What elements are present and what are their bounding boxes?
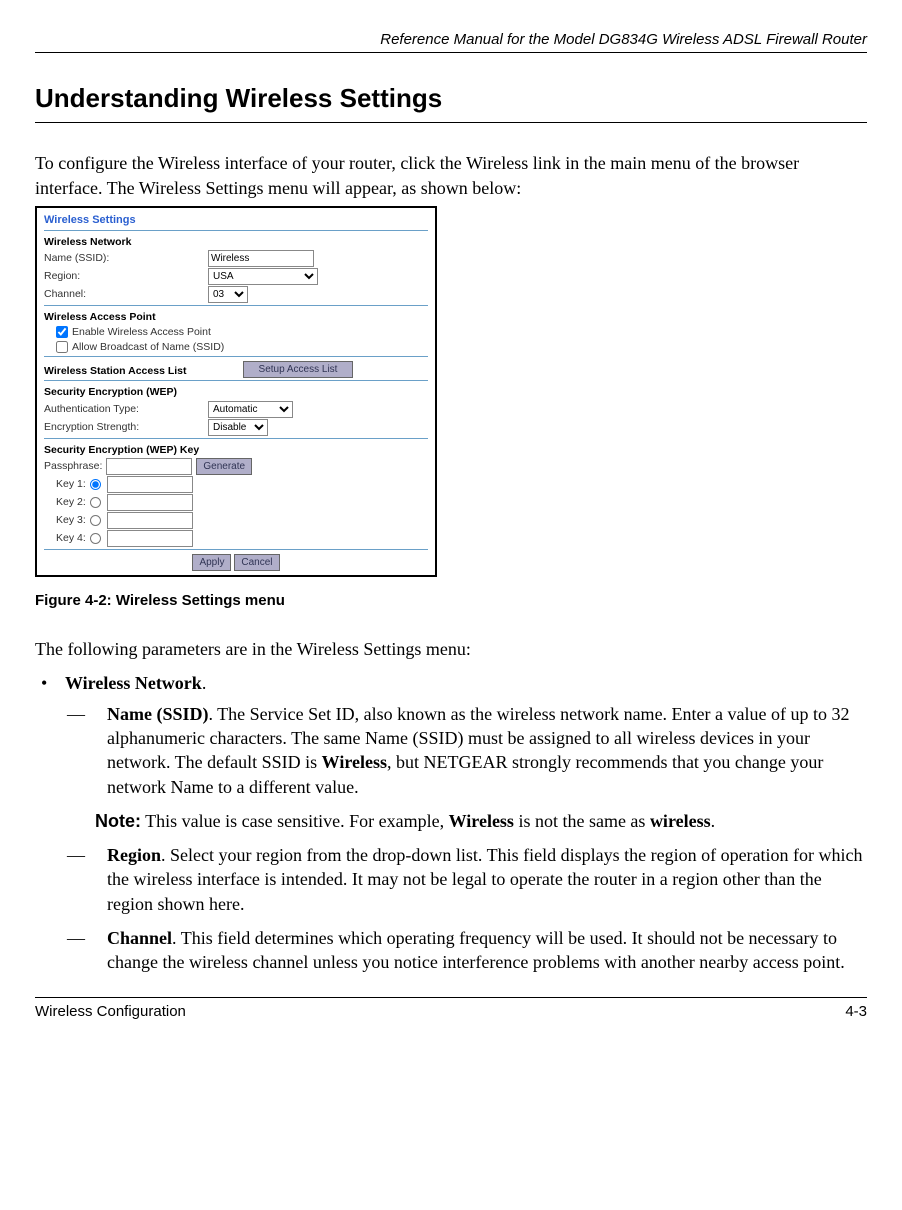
key1-radio[interactable] bbox=[90, 479, 101, 490]
intro-paragraph: To configure the Wireless interface of y… bbox=[35, 151, 867, 200]
params-intro: The following parameters are in the Wire… bbox=[35, 637, 867, 661]
cancel-button[interactable]: Cancel bbox=[234, 554, 279, 571]
key2-label: Key 2: bbox=[56, 495, 86, 509]
footer-right: 4-3 bbox=[845, 1002, 867, 1022]
generate-button[interactable]: Generate bbox=[196, 458, 252, 475]
key1-input[interactable] bbox=[107, 476, 193, 493]
bullet-wireless-network: Wireless Network. —Name (SSID). The Serv… bbox=[35, 671, 867, 974]
key2-input[interactable] bbox=[107, 494, 193, 511]
page-header: Reference Manual for the Model DG834G Wi… bbox=[35, 30, 867, 53]
access-point-heading: Wireless Access Point bbox=[44, 310, 428, 324]
wep-key-heading: Security Encryption (WEP) Key bbox=[44, 443, 428, 457]
auth-select[interactable]: Automatic bbox=[208, 401, 293, 418]
note-line: Note: This value is case sensitive. For … bbox=[65, 809, 867, 833]
key1-label: Key 1: bbox=[56, 477, 86, 491]
enable-ap-label: Enable Wireless Access Point bbox=[72, 325, 211, 339]
key3-label: Key 3: bbox=[56, 513, 86, 527]
key4-input[interactable] bbox=[107, 530, 193, 547]
enc-label: Encryption Strength: bbox=[44, 420, 204, 434]
channel-select[interactable]: 03 bbox=[208, 286, 248, 303]
wireless-network-heading: Wireless Network bbox=[44, 235, 428, 249]
setup-access-list-button[interactable]: Setup Access List bbox=[243, 361, 353, 378]
sub-region: —Region. Select your region from the dro… bbox=[65, 843, 867, 916]
apply-button[interactable]: Apply bbox=[192, 554, 231, 571]
ssid-input[interactable] bbox=[208, 250, 314, 267]
channel-label: Channel: bbox=[44, 287, 204, 301]
broadcast-checkbox[interactable] bbox=[56, 341, 68, 353]
page-footer: Wireless Configuration 4-3 bbox=[35, 997, 867, 1022]
sub-channel: —Channel. This field determines which op… bbox=[65, 926, 867, 975]
region-label: Region: bbox=[44, 269, 204, 283]
figure-caption: Figure 4-2: Wireless Settings menu bbox=[35, 591, 867, 611]
passphrase-label: Passphrase: bbox=[44, 459, 102, 473]
figure-screenshot: Wireless Settings Wireless Network Name … bbox=[35, 206, 437, 577]
enable-ap-checkbox[interactable] bbox=[56, 326, 68, 338]
key4-radio[interactable] bbox=[90, 533, 101, 544]
footer-left: Wireless Configuration bbox=[35, 1002, 186, 1022]
section-title: Understanding Wireless Settings bbox=[35, 81, 867, 123]
broadcast-label: Allow Broadcast of Name (SSID) bbox=[72, 340, 224, 354]
key3-input[interactable] bbox=[107, 512, 193, 529]
wep-heading: Security Encryption (WEP) bbox=[44, 385, 428, 399]
figure-title: Wireless Settings bbox=[44, 213, 428, 228]
key3-radio[interactable] bbox=[90, 515, 101, 526]
passphrase-input[interactable] bbox=[106, 458, 192, 475]
key2-radio[interactable] bbox=[90, 497, 101, 508]
access-list-heading: Wireless Station Access List bbox=[44, 364, 239, 378]
auth-label: Authentication Type: bbox=[44, 402, 204, 416]
key4-label: Key 4: bbox=[56, 531, 86, 545]
enc-select[interactable]: Disable bbox=[208, 419, 268, 436]
sub-name-ssid: —Name (SSID). The Service Set ID, also k… bbox=[65, 702, 867, 799]
ssid-label: Name (SSID): bbox=[44, 251, 204, 265]
region-select[interactable]: USA bbox=[208, 268, 318, 285]
